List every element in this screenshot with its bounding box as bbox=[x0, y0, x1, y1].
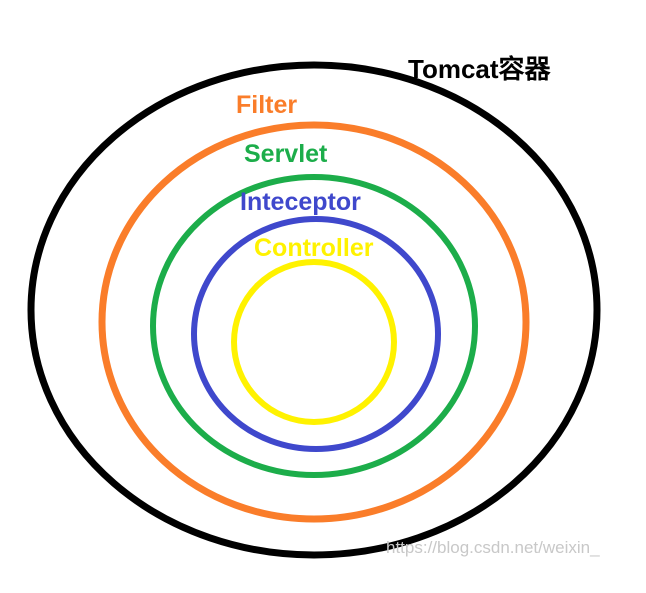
watermark-text: https://blog.csdn.net/weixin_ bbox=[386, 538, 600, 557]
controller-label: Controller bbox=[254, 234, 374, 262]
tomcat-container-ring bbox=[27, 61, 601, 559]
tomcat-label: Tomcat容器 bbox=[408, 54, 552, 84]
servlet-label: Servlet bbox=[244, 140, 328, 168]
filter-ring bbox=[98, 121, 530, 523]
controller-ring bbox=[231, 259, 397, 425]
interceptor-label: Inteceptor bbox=[240, 188, 361, 216]
filter-label: Filter bbox=[236, 91, 297, 119]
nested-layers-diagram: Tomcat容器 Filter Servlet Inteceptor Contr… bbox=[27, 54, 601, 559]
